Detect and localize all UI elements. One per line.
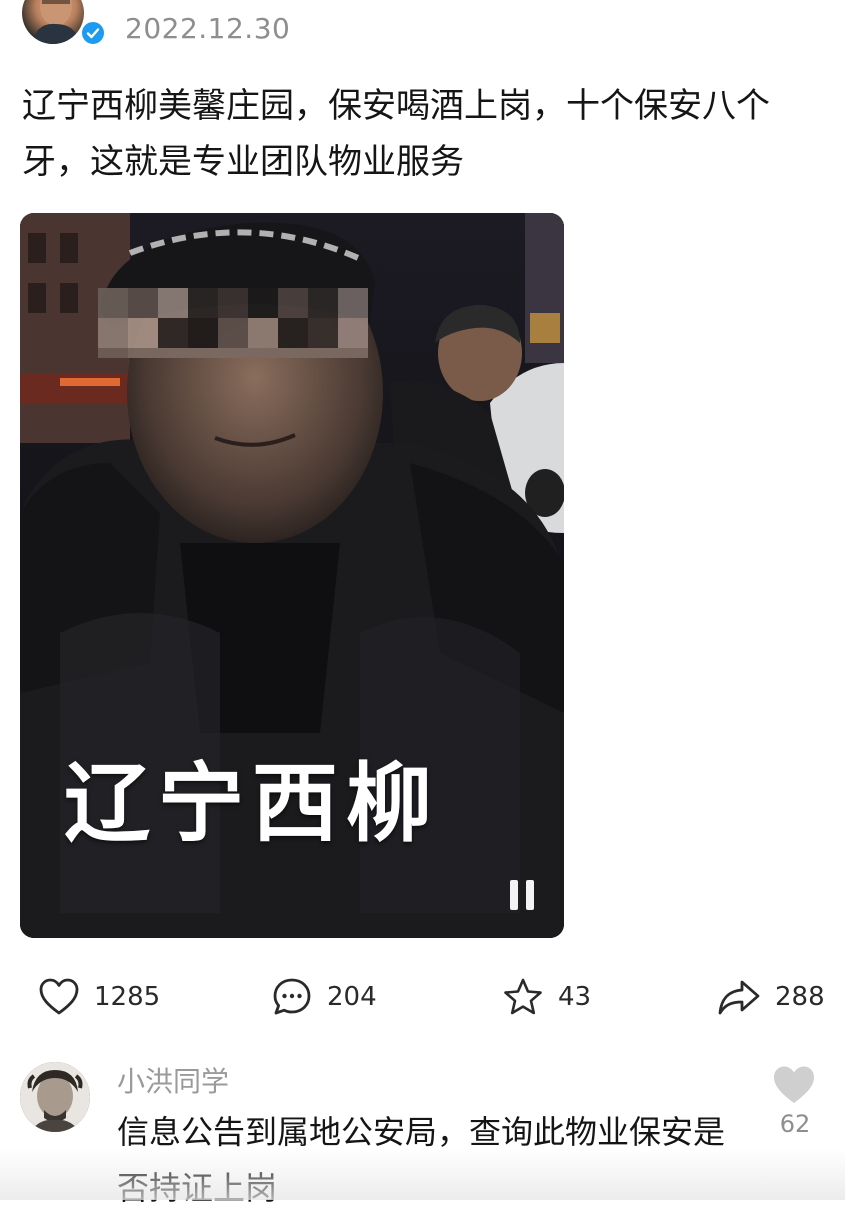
comment-like-button[interactable] xyxy=(771,1064,817,1110)
comment-count: 204 xyxy=(327,982,377,1012)
comment-like-count: 62 xyxy=(779,1110,811,1138)
video-player[interactable]: 辽宁西柳 xyxy=(20,213,564,938)
like-button[interactable]: 1285 xyxy=(38,975,160,1019)
heart-icon xyxy=(39,978,79,1015)
like-count: 1285 xyxy=(94,982,161,1012)
heart-icon xyxy=(774,1066,814,1103)
pause-icon xyxy=(526,880,534,910)
author-avatar-image xyxy=(32,0,80,44)
check-icon xyxy=(86,28,100,39)
commenter-avatar-image xyxy=(20,1062,90,1132)
favorite-count: 43 xyxy=(558,982,592,1012)
favorite-button[interactable]: 43 xyxy=(502,975,591,1019)
verified-badge xyxy=(80,20,106,46)
commenter-username[interactable]: 小洪同学 xyxy=(117,1060,229,1100)
post-text: 辽宁西柳美馨庄园，保安喝酒上岗，十个保安八个牙，这就是专业团队物业服务 xyxy=(22,86,770,182)
star-icon xyxy=(504,978,542,1015)
comment-text: 信息公告到属地公安局，查询此物业保安是否持证上岗 xyxy=(117,1113,726,1207)
author-avatar[interactable] xyxy=(22,0,84,44)
pause-button[interactable] xyxy=(504,874,540,914)
privacy-mosaic xyxy=(98,288,368,358)
comment-icon xyxy=(273,978,311,1015)
comment-button[interactable]: 204 xyxy=(271,975,377,1019)
video-caption: 辽宁西柳 xyxy=(64,753,440,854)
share-icon xyxy=(718,980,760,1015)
share-button[interactable]: 288 xyxy=(717,975,825,1019)
pause-icon xyxy=(510,880,518,910)
share-count: 288 xyxy=(775,982,825,1012)
commenter-avatar[interactable] xyxy=(20,1062,90,1132)
post-date: 2022.12.30 xyxy=(125,12,291,45)
